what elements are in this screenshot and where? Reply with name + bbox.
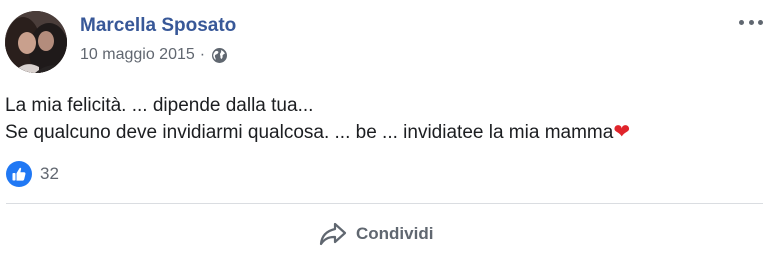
like-icon <box>6 161 32 187</box>
post-text-line-2-text: Se qualcuno deve invidiarmi qualcosa. ..… <box>5 122 614 143</box>
share-label: Condividi <box>356 224 434 243</box>
post-meta: 10 maggio 2015 · <box>80 46 228 64</box>
post-text-line-2: Se qualcuno deve invidiarmi qualcosa. ..… <box>5 119 630 146</box>
author-avatar[interactable] <box>5 11 67 73</box>
globe-icon[interactable] <box>211 47 228 64</box>
meta-separator: · <box>199 46 206 63</box>
avatar-photo <box>5 11 67 73</box>
share-button[interactable]: Condividi <box>318 221 433 247</box>
divider <box>6 203 763 204</box>
more-options-icon[interactable] <box>739 12 763 32</box>
heart-emoji: ❤ <box>613 121 631 143</box>
post-text: La mia felicità. ... dipende dalla tua..… <box>5 92 630 146</box>
reactions-summary[interactable]: 32 <box>6 161 59 187</box>
post-text-line-1: La mia felicità. ... dipende dalla tua..… <box>5 95 314 116</box>
facebook-post: Marcella Sposato 10 maggio 2015 · La mia… <box>0 0 767 254</box>
share-arrow-icon <box>319 222 347 246</box>
reaction-count: 32 <box>40 164 59 183</box>
post-date[interactable]: 10 maggio 2015 <box>80 46 195 64</box>
author-name[interactable]: Marcella Sposato <box>80 15 236 37</box>
